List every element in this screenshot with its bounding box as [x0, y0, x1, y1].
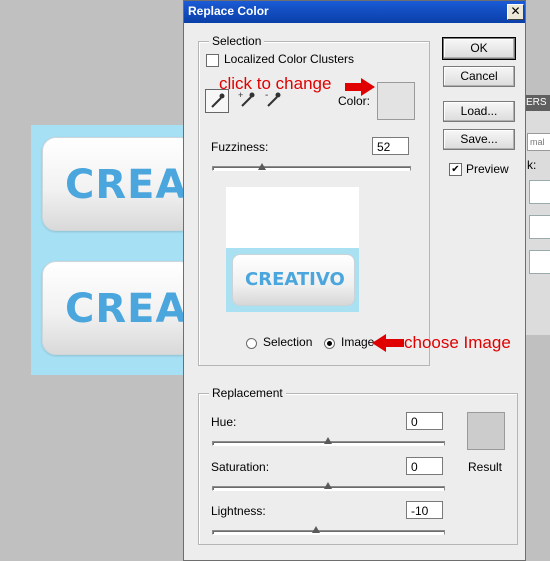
localized-color-clusters-label: Localized Color Clusters [224, 52, 355, 66]
selection-radio-label: Selection [263, 335, 313, 349]
blend-mode-field[interactable]: mal [527, 133, 550, 151]
preview-button-text: CREATIVO [245, 269, 345, 290]
saturation-label: Saturation: [211, 460, 270, 474]
result-label: Result [468, 460, 503, 474]
replacement-legend: Replacement [209, 386, 286, 400]
image-radio[interactable] [324, 338, 335, 349]
annotation-click-to-change: click to change [219, 74, 332, 93]
arrow-right-icon [345, 78, 375, 101]
hue-label: Hue: [211, 415, 237, 429]
lightness-input[interactable]: -10 [406, 501, 443, 519]
hue-input[interactable]: 0 [406, 412, 443, 430]
selection-legend: Selection [209, 34, 265, 48]
selection-radio[interactable] [246, 338, 257, 349]
selection-color-swatch[interactable] [377, 82, 415, 120]
fuzziness-label: Fuzziness: [211, 140, 269, 154]
localized-color-clusters-checkbox[interactable] [206, 54, 219, 67]
canvas-button-text: CREA [65, 162, 188, 208]
layer-thumbnail[interactable] [529, 180, 550, 204]
save-button[interactable]: Save... [443, 129, 515, 150]
cancel-button[interactable]: Cancel [443, 66, 515, 87]
layers-panel-tab[interactable]: ERS [524, 95, 550, 111]
preview-label: Preview [466, 162, 509, 176]
close-icon[interactable]: ✕ [507, 4, 524, 20]
canvas-button-bottom: CREA [42, 261, 194, 355]
fuzziness-slider-thumb[interactable] [258, 163, 266, 170]
preview-checkbox[interactable]: ✔ [449, 163, 462, 176]
arrow-left-icon [372, 334, 404, 357]
annotation-choose-image: choose Image [404, 333, 511, 352]
layer-thumbnail[interactable] [529, 250, 550, 274]
result-color-swatch[interactable] [467, 412, 505, 450]
fuzziness-slider-track[interactable] [212, 166, 411, 171]
layer-thumbnail[interactable] [529, 215, 550, 239]
load-button[interactable]: Load... [443, 101, 515, 122]
lightness-slider-track[interactable] [212, 530, 445, 535]
image-radio-label: Image [341, 335, 375, 349]
dialog-title: Replace Color [188, 4, 269, 18]
saturation-input[interactable]: 0 [406, 457, 443, 475]
ok-button[interactable]: OK [442, 37, 516, 60]
fuzziness-input[interactable]: 52 [372, 137, 409, 155]
preview-button-image: CREATIVO [232, 254, 355, 306]
canvas-button-top: CREA [42, 137, 194, 231]
hue-slider-thumb[interactable] [324, 437, 332, 444]
lock-label: k: [527, 158, 537, 172]
checkmark-icon: ✔ [451, 164, 460, 175]
lightness-label: Lightness: [211, 504, 266, 518]
lightness-slider-thumb[interactable] [312, 526, 320, 533]
saturation-slider-thumb[interactable] [324, 482, 332, 489]
canvas-button-text: CREA [65, 286, 188, 332]
